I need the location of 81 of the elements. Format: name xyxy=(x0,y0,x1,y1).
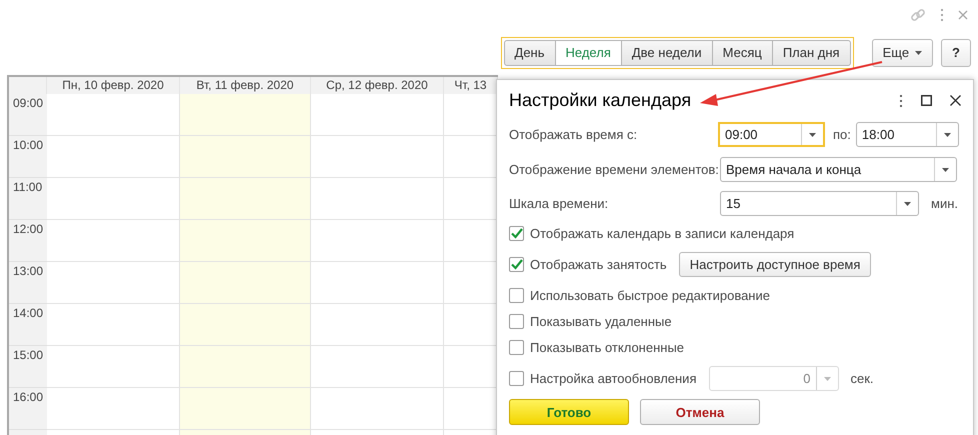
caret-icon xyxy=(904,202,911,206)
time-label: 13:00 xyxy=(9,262,47,304)
caret-icon xyxy=(809,132,816,136)
close-icon[interactable] xyxy=(950,95,961,106)
more-button[interactable]: Еще xyxy=(872,38,934,66)
time-slot[interactable] xyxy=(47,94,180,136)
time-slot[interactable] xyxy=(311,94,444,136)
unit-label: мин. xyxy=(931,196,958,211)
checkbox-label: Использовать быстрое редактирование xyxy=(530,288,770,303)
configure-button[interactable]: Настроить доступное время xyxy=(678,252,872,277)
checkbox-label: Отображать календарь в записи календаря xyxy=(530,226,794,240)
checkbox-label: Настройка автообновления xyxy=(530,371,696,386)
time-slot[interactable] xyxy=(180,220,311,262)
corner-cell xyxy=(9,77,47,94)
view-tab[interactable]: План дня xyxy=(772,40,851,66)
time-label: 15:00 xyxy=(9,346,47,388)
view-tab[interactable]: Неделя xyxy=(554,40,622,66)
checkbox-label: Показывать удаленные xyxy=(530,314,672,329)
maximize-icon[interactable] xyxy=(921,95,932,106)
time-label: 16:00 xyxy=(9,388,47,430)
field-label: Отображать время с: xyxy=(509,127,638,142)
day-header: Пн, 10 февр. 2020 xyxy=(47,77,180,94)
time-slot[interactable] xyxy=(180,178,311,220)
time-slot[interactable] xyxy=(180,262,311,304)
time-slot[interactable] xyxy=(47,262,180,304)
view-tab[interactable]: Месяц xyxy=(712,40,773,66)
day-header: Чт, 13 xyxy=(444,77,498,94)
caret-icon xyxy=(944,132,951,136)
view-tab[interactable]: Две недели xyxy=(620,40,713,66)
time-slot[interactable] xyxy=(47,346,180,388)
view-tab[interactable]: День xyxy=(504,40,556,66)
time-slot[interactable] xyxy=(311,220,444,262)
time-label: 11:00 xyxy=(9,178,47,220)
time-slot[interactable] xyxy=(311,304,444,346)
checkbox-label: Показывать отклоненные xyxy=(530,340,684,355)
dropdown-field[interactable]: Время начала и конца xyxy=(720,157,957,182)
link-icon[interactable] xyxy=(910,7,926,23)
caret-icon xyxy=(942,168,949,172)
time-slot[interactable] xyxy=(311,262,444,304)
time-label: 12:00 xyxy=(9,220,47,262)
caret-icon xyxy=(824,376,830,380)
unit-label: сек. xyxy=(850,371,874,386)
checkbox[interactable] xyxy=(509,314,524,329)
time-slot[interactable] xyxy=(311,178,444,220)
dropdown-field[interactable]: 09:00 xyxy=(718,122,825,147)
more-icon[interactable] xyxy=(899,94,903,106)
time-slot[interactable] xyxy=(180,388,311,430)
time-slot[interactable] xyxy=(47,136,180,178)
time-slot[interactable] xyxy=(47,178,180,220)
time-slot[interactable] xyxy=(47,388,180,430)
dropdown-field[interactable]: 15 xyxy=(720,191,919,216)
checkbox[interactable] xyxy=(509,340,524,355)
time-slot[interactable] xyxy=(180,346,311,388)
time-label: 10:00 xyxy=(9,136,47,178)
checkbox-label: Отображать занятость xyxy=(530,257,667,272)
field-label: Отображение времени элементов: xyxy=(509,162,720,177)
dropdown-field[interactable]: 18:00 xyxy=(856,122,959,147)
checkbox[interactable] xyxy=(509,257,524,272)
time-slot[interactable] xyxy=(180,136,311,178)
time-slot[interactable] xyxy=(311,346,444,388)
time-label: 09:00 xyxy=(9,94,47,136)
time-slot[interactable] xyxy=(180,304,311,346)
checkbox[interactable] xyxy=(509,226,524,240)
checkbox[interactable] xyxy=(509,288,524,303)
dialog-title: Настройки календаря xyxy=(509,90,692,111)
day-header: Ср, 12 февр. 2020 xyxy=(311,77,444,94)
time-slot[interactable] xyxy=(180,94,311,136)
time-label: 14:00 xyxy=(9,304,47,346)
checkmark-icon xyxy=(510,228,522,238)
time-slot[interactable] xyxy=(311,136,444,178)
field-label: Шкала времени: xyxy=(509,196,610,211)
time-slot[interactable] xyxy=(311,388,444,430)
help-button[interactable]: ? xyxy=(941,38,971,66)
time-slot[interactable] xyxy=(47,304,180,346)
day-header: Вт, 11 февр. 2020 xyxy=(180,77,311,94)
caret-icon xyxy=(915,50,922,54)
cancel-button[interactable]: Отмена xyxy=(640,399,760,425)
checkmark-icon xyxy=(510,259,522,270)
field-label: по: xyxy=(833,127,851,142)
done-button[interactable]: Готово xyxy=(509,399,629,425)
time-slot[interactable] xyxy=(47,220,180,262)
